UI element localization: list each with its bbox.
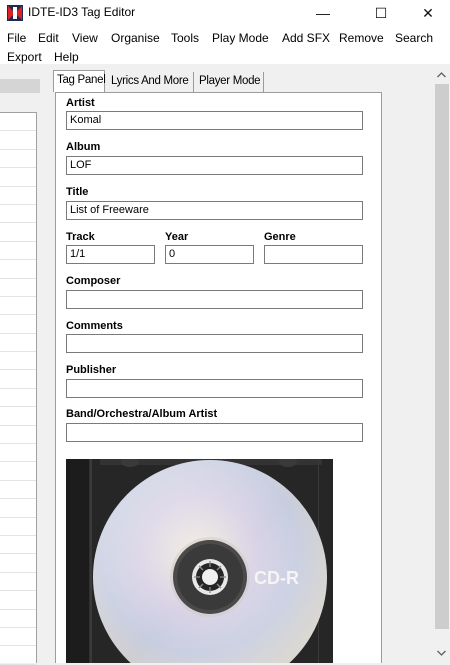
- list-item[interactable]: [0, 150, 36, 169]
- album-label: Album: [66, 141, 101, 153]
- track-field[interactable]: 1/1: [66, 245, 155, 264]
- cd-case-image: CD-R: [66, 459, 333, 663]
- list-item[interactable]: [0, 573, 36, 592]
- band-label: Band/Orchestra/Album Artist: [66, 408, 218, 420]
- menu-file[interactable]: File: [7, 31, 26, 45]
- list-item[interactable]: [0, 426, 36, 445]
- scrollbar-thumb[interactable]: [435, 84, 449, 629]
- list-item[interactable]: [0, 279, 36, 297]
- artist-field[interactable]: Komal: [66, 111, 363, 130]
- list-item[interactable]: [0, 628, 36, 647]
- disc-label: CD-R: [254, 568, 299, 588]
- list-item[interactable]: [0, 242, 36, 261]
- list-item[interactable]: [0, 315, 36, 334]
- menu-play-mode[interactable]: Play Mode: [212, 31, 269, 45]
- composer-field[interactable]: [66, 290, 363, 309]
- list-item[interactable]: [0, 205, 36, 224]
- app-icon: [7, 5, 23, 21]
- vertical-scrollbar[interactable]: [433, 64, 450, 663]
- list-item[interactable]: [0, 407, 36, 426]
- publisher-label: Publisher: [66, 364, 117, 376]
- list-item[interactable]: [0, 297, 36, 316]
- menu-view[interactable]: View: [72, 31, 98, 45]
- list-item[interactable]: [0, 554, 36, 573]
- menu-bar: File Edit View Organise Tools Play Mode …: [0, 26, 450, 64]
- list-item[interactable]: [0, 610, 36, 628]
- title-bar: IDTE-ID3 Tag Editor — ☐ ✕: [0, 0, 450, 26]
- menu-organise[interactable]: Organise: [111, 31, 160, 45]
- file-list-header: [0, 79, 40, 93]
- list-item[interactable]: [0, 481, 36, 500]
- menu-export[interactable]: Export: [7, 50, 42, 64]
- list-item[interactable]: [0, 591, 36, 610]
- menu-add-sfx[interactable]: Add SFX: [282, 31, 330, 45]
- cover-art[interactable]: CD-R: [66, 459, 333, 663]
- list-item[interactable]: [0, 168, 36, 187]
- list-item[interactable]: [0, 536, 36, 555]
- tab-tag-panel[interactable]: Tag Panel: [53, 70, 106, 92]
- list-item[interactable]: [0, 223, 36, 242]
- list-item[interactable]: [0, 389, 36, 408]
- list-item[interactable]: [0, 334, 36, 353]
- track-label: Track: [66, 231, 95, 243]
- list-item[interactable]: [0, 462, 36, 481]
- menu-edit[interactable]: Edit: [38, 31, 59, 45]
- scroll-down-icon[interactable]: [433, 644, 450, 661]
- genre-field[interactable]: [264, 245, 363, 264]
- menu-remove[interactable]: Remove: [339, 31, 384, 45]
- year-label: Year: [165, 231, 189, 243]
- list-item[interactable]: [0, 518, 36, 536]
- list-item[interactable]: [0, 113, 36, 132]
- list-item[interactable]: [0, 131, 36, 150]
- list-item[interactable]: [0, 187, 36, 205]
- menu-search[interactable]: Search: [395, 31, 433, 45]
- close-button[interactable]: ✕: [405, 0, 450, 26]
- comments-label: Comments: [66, 320, 123, 332]
- list-item[interactable]: [0, 370, 36, 389]
- list-item[interactable]: [0, 646, 36, 665]
- list-item[interactable]: [0, 444, 36, 463]
- menu-tools[interactable]: Tools: [171, 31, 199, 45]
- title-label: Title: [66, 186, 89, 198]
- list-item[interactable]: [0, 499, 36, 518]
- window-title: IDTE-ID3 Tag Editor: [28, 5, 136, 19]
- list-item[interactable]: [0, 352, 36, 371]
- menu-help[interactable]: Help: [54, 50, 79, 64]
- artist-label: Artist: [66, 97, 95, 109]
- year-field[interactable]: 0: [165, 245, 254, 264]
- band-field[interactable]: [66, 423, 363, 442]
- file-list[interactable]: [0, 112, 37, 665]
- tab-lyrics-and-more[interactable]: Lyrics And More: [108, 72, 194, 92]
- composer-label: Composer: [66, 275, 121, 287]
- scroll-up-icon[interactable]: [433, 66, 450, 83]
- genre-label: Genre: [264, 231, 296, 243]
- list-item[interactable]: [0, 260, 36, 279]
- title-field[interactable]: List of Freeware: [66, 201, 363, 220]
- album-field[interactable]: LOF: [66, 156, 363, 175]
- tab-player-mode[interactable]: Player Mode: [196, 72, 264, 92]
- comments-field[interactable]: [66, 334, 363, 353]
- minimize-button[interactable]: —: [300, 0, 346, 26]
- maximize-button[interactable]: ☐: [358, 0, 404, 26]
- publisher-field[interactable]: [66, 379, 363, 398]
